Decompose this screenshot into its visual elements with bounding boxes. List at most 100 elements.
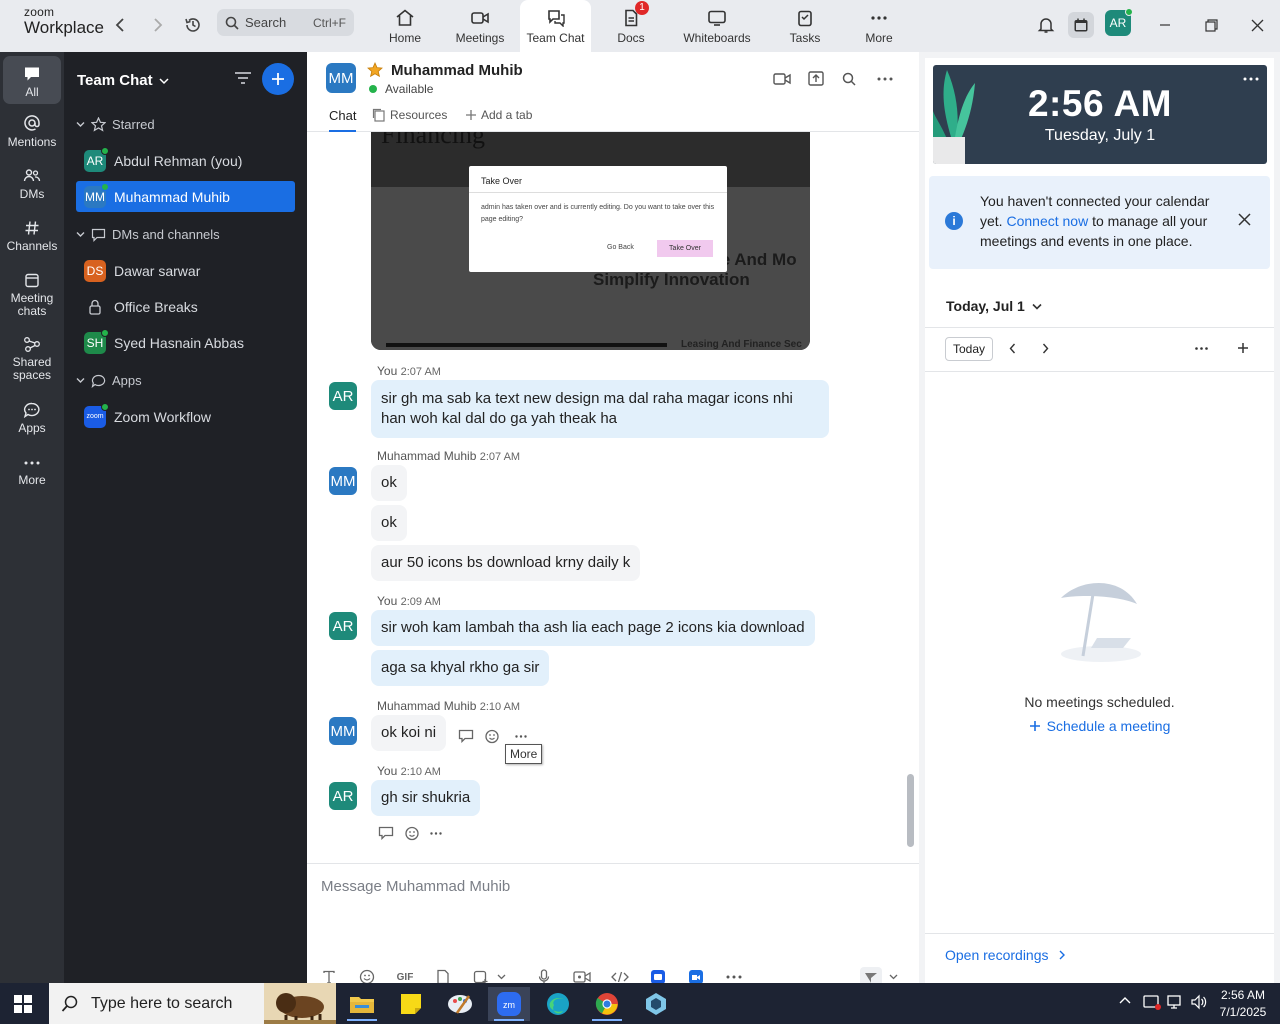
rail-item-mentions[interactable]: Mentions [3, 114, 61, 149]
sidebar-title[interactable]: Team Chat [77, 72, 169, 89]
today-button[interactable]: Today [945, 337, 993, 361]
shared-spaces-icon [23, 336, 41, 352]
rail-item-all[interactable]: All [3, 56, 61, 104]
file-explorer-icon[interactable] [341, 987, 383, 1021]
tab-chat[interactable]: Chat [329, 108, 357, 132]
search-icon[interactable] [842, 72, 856, 86]
avatar[interactable]: MM [329, 717, 357, 745]
avatar[interactable]: AR [1105, 8, 1133, 36]
sidebar-item-dawar-sarwar[interactable]: DS Dawar sarwar [76, 255, 295, 286]
filter-icon[interactable] [234, 70, 252, 86]
share-screen-icon[interactable] [808, 71, 824, 86]
message-bubble[interactable]: sir woh kam lambah tha ash lia each page… [371, 610, 815, 646]
emoji-reaction-icon[interactable] [484, 728, 500, 744]
plus-icon[interactable] [1237, 342, 1249, 354]
volume-icon[interactable] [1190, 994, 1208, 1010]
forward-arrow-icon[interactable] [146, 13, 170, 37]
app-taskbar-icon[interactable] [635, 987, 677, 1021]
contact-avatar[interactable]: MM [326, 63, 356, 93]
calendar-panel: 2:56 AM Tuesday, July 1 i You haven't co… [919, 52, 1280, 983]
more-dots-icon[interactable] [1243, 77, 1259, 81]
nav-tab-more[interactable]: More [844, 0, 914, 52]
emoji-reaction-icon[interactable] [404, 825, 420, 841]
apps-chat-icon [91, 374, 106, 388]
nav-tab-team-chat[interactable]: Team Chat [520, 0, 591, 52]
nav-tab-whiteboards[interactable]: Whiteboards [676, 0, 758, 52]
avatar[interactable]: AR [329, 612, 357, 640]
nav-tab-meetings[interactable]: Meetings [445, 0, 515, 52]
message-bubble[interactable]: ok [371, 505, 407, 541]
more-dots-icon[interactable] [1195, 347, 1208, 350]
message-input[interactable] [321, 878, 901, 895]
presence-dot [101, 146, 109, 155]
shared-image-preview[interactable]: Financing le And Mo Simplify Innovation … [371, 132, 810, 350]
search-shortcut: Ctrl+F [313, 15, 346, 30]
avatar[interactable]: AR [329, 382, 357, 410]
open-recordings-link[interactable]: Open recordings [945, 947, 1065, 963]
schedule-meeting-link[interactable]: Schedule a meeting [925, 718, 1274, 734]
rail-item-dms[interactable]: DMs [3, 168, 61, 201]
chevron-right-icon[interactable] [1042, 343, 1049, 354]
preview-bar [386, 343, 667, 347]
nav-tab-docs[interactable]: 1 Docs [596, 0, 666, 52]
rail-item-meeting-chats[interactable]: Meeting chats [3, 272, 61, 318]
chevron-left-icon[interactable] [1009, 343, 1016, 354]
rail-item-more[interactable]: More [3, 456, 61, 487]
calendar-panel-icon[interactable] [1068, 12, 1094, 38]
connect-now-link[interactable]: Connect now [1006, 213, 1088, 229]
sticky-notes-icon[interactable] [390, 987, 432, 1021]
sidebar-item-zoom-workflow[interactable]: zoom Zoom Workflow [76, 401, 295, 432]
section-apps[interactable]: Apps [76, 373, 142, 388]
message-bubble[interactable]: sir gh ma sab ka text new design ma dal … [371, 380, 829, 438]
message-bubble[interactable]: aur 50 icons bs download krny daily k [371, 545, 641, 581]
rail-item-channels[interactable]: Channels [3, 220, 61, 253]
restore-icon[interactable] [1198, 12, 1224, 38]
taskbar-search[interactable]: Type here to search [49, 983, 336, 1024]
sidebar-item-muhammad-muhib[interactable]: MM Muhammad Muhib [76, 181, 295, 212]
message-bubble[interactable]: aga sa khyal rkho ga sir [371, 650, 550, 686]
more-dots-icon[interactable] [877, 77, 893, 81]
minimize-icon[interactable] [1152, 12, 1178, 38]
rail-item-apps[interactable]: Apps [3, 402, 61, 435]
close-icon[interactable] [1238, 213, 1251, 226]
contact-name[interactable]: Muhammad Muhib [391, 62, 523, 79]
tab-resources[interactable]: Resources [372, 108, 447, 122]
edge-browser-icon[interactable] [537, 987, 579, 1021]
chrome-browser-icon[interactable] [586, 987, 628, 1021]
history-icon[interactable] [181, 13, 205, 37]
chevron-up-icon[interactable] [1119, 996, 1131, 1004]
network-icon[interactable] [1166, 994, 1184, 1010]
more-dots-icon[interactable] [430, 831, 442, 835]
video-call-icon[interactable] [773, 72, 791, 86]
message-bubble[interactable]: ok [371, 465, 407, 501]
taskbar-clock[interactable]: 2:56 AM 7/1/2025 [1212, 987, 1274, 1021]
rail-item-shared-spaces[interactable]: Shared spaces [3, 336, 61, 382]
back-arrow-icon[interactable] [108, 13, 132, 37]
close-icon[interactable] [1244, 12, 1270, 38]
reply-icon[interactable] [458, 729, 474, 743]
add-tab-button[interactable]: Add a tab [465, 108, 532, 122]
sidebar-item-office-breaks[interactable]: Office Breaks [76, 291, 295, 322]
bell-icon[interactable] [1033, 12, 1059, 38]
new-chat-button[interactable] [262, 63, 294, 95]
meet-now-icon[interactable] [1143, 994, 1161, 1010]
windows-start-icon[interactable] [14, 995, 32, 1013]
global-search[interactable]: Search Ctrl+F [217, 9, 354, 36]
section-dms-channels[interactable]: DMs and channels [76, 227, 220, 242]
day-header[interactable]: Today, Jul 1 [946, 298, 1042, 314]
nav-tab-tasks[interactable]: Tasks [770, 0, 840, 52]
chat-scrollbar[interactable] [907, 774, 914, 847]
nav-tab-home[interactable]: Home [370, 0, 440, 52]
section-starred[interactable]: Starred [76, 117, 155, 132]
star-filled-icon[interactable] [367, 62, 383, 78]
paint-app-icon[interactable] [439, 987, 481, 1021]
chat-outline-icon [91, 228, 106, 242]
avatar[interactable]: MM [329, 467, 357, 495]
message-bubble[interactable]: gh sir shukria [371, 780, 481, 816]
zoom-taskbar-icon[interactable]: zm [488, 987, 530, 1021]
reply-icon[interactable] [378, 826, 394, 840]
sidebar-item-syed-hasnain-abbas[interactable]: SH Syed Hasnain Abbas [76, 327, 295, 358]
message-bubble[interactable]: ok koi ni [371, 715, 447, 751]
avatar[interactable]: AR [329, 782, 357, 810]
sidebar-item-abdul-rehman[interactable]: AR Abdul Rehman (you) [76, 145, 295, 176]
